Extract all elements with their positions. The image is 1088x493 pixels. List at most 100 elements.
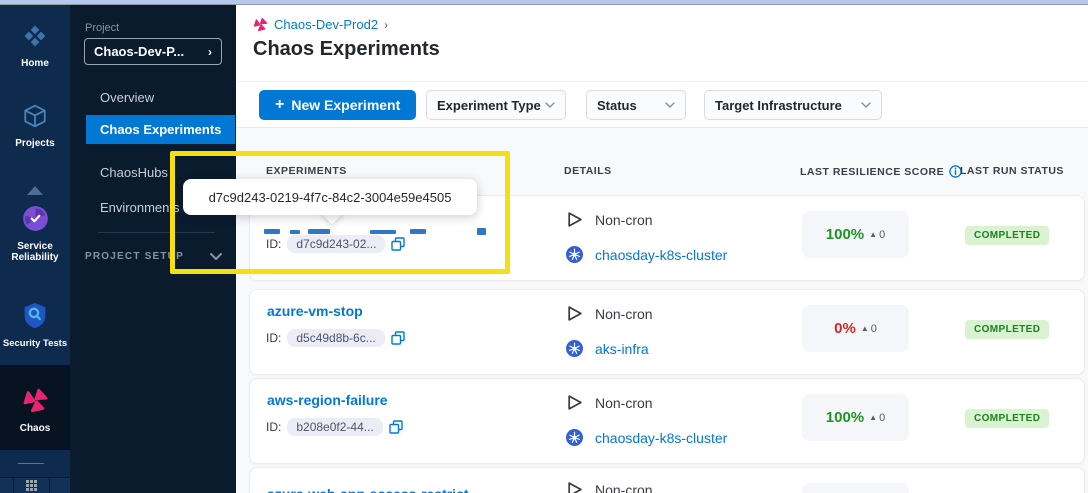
infrastructure-link[interactable]: chaosday-k8s-cluster [595, 247, 727, 263]
main-content: Chaos-Dev-Prod2 › Chaos Experiments + Ne… [235, 5, 1088, 493]
chevron-right-icon: › [208, 45, 212, 59]
column-header-last-run-status: LAST RUN STATUS [960, 165, 1064, 177]
rail-item-label: Service Reliability [0, 241, 70, 263]
score-value: 100% [826, 409, 864, 426]
experiment-name-link[interactable]: aws-region-failure [267, 392, 388, 408]
new-experiment-label: New Experiment [291, 97, 400, 113]
breadcrumb-separator: › [384, 18, 388, 32]
kubernetes-icon [566, 340, 583, 357]
filter-status[interactable]: Status [586, 90, 686, 120]
delta-up-icon: ▲ [869, 413, 877, 422]
score-delta: ▲0 [869, 229, 885, 241]
module-picker-button[interactable] [14, 478, 50, 493]
delta-up-icon: ▲ [861, 324, 869, 333]
experiment-row[interactable]: azure-web-app-access-restrict Non-cron [249, 467, 1085, 493]
sidebar-item-chaos-experiments[interactable]: Chaos Experiments [86, 115, 235, 144]
experiment-row[interactable]: azure-vm-stop ID: d5c49d8b-6c... Non-cro… [249, 289, 1085, 375]
project-selector-value: Chaos-Dev-P... [94, 44, 184, 59]
score-delta: ▲0 [869, 412, 885, 424]
rail-item-label: Security Tests [0, 338, 70, 349]
play-icon [566, 305, 583, 322]
rail-item-projects[interactable]: Projects [0, 103, 70, 149]
chevron-down-icon [665, 102, 675, 108]
rail-divider [18, 463, 44, 464]
copy-icon[interactable] [389, 420, 403, 434]
sidebar-project-setup[interactable]: PROJECT SETUP [85, 251, 222, 262]
resilience-score-chip [802, 483, 909, 493]
score-value: 0% [834, 320, 856, 337]
rail-item-security-tests[interactable]: Security Tests [0, 302, 70, 349]
chevron-up-icon [27, 186, 43, 195]
security-tests-icon [22, 302, 48, 329]
rail-item-label: Home [0, 58, 70, 69]
experiment-id-tooltip: d7c9d243-0219-4f7c-84c2-3004e59e4505 [183, 179, 477, 215]
kubernetes-icon [566, 246, 583, 263]
obscured-experiment-name [410, 229, 426, 234]
experiment-id-chip: d5c49d8b-6c... [287, 329, 384, 347]
chaos-icon [22, 387, 49, 414]
rail-item-label: Chaos [0, 423, 70, 434]
home-icon [22, 23, 48, 49]
rail-item-home[interactable]: Home [0, 23, 70, 69]
project-sidebar: Project Chaos-Dev-P... › Overview Chaos … [70, 5, 235, 493]
column-header-experiments: EXPERIMENTS [266, 165, 347, 177]
page-header: Chaos-Dev-Prod2 › Chaos Experiments [236, 5, 1088, 82]
experiment-name-link[interactable]: azure-web-app-access-restrict [267, 486, 469, 493]
app-rail: Home Projects [0, 5, 70, 493]
plus-icon: + [275, 96, 284, 114]
experiment-name-link[interactable]: azure-vm-stop [267, 303, 363, 319]
schedule-type: Non-cron [595, 395, 653, 411]
copy-icon[interactable] [391, 237, 405, 251]
bottom-bar-segment [50, 478, 70, 493]
filter-target-infrastructure[interactable]: Target Infrastructure [704, 90, 882, 120]
id-label: ID: [266, 331, 281, 345]
rail-scroll-up[interactable] [0, 182, 70, 200]
project-selector[interactable]: Chaos-Dev-P... › [84, 38, 222, 65]
sidebar-item-environments[interactable]: Environments [100, 200, 179, 215]
obscured-experiment-name [370, 230, 396, 234]
chaos-experiments-page: Home Projects [0, 0, 1088, 493]
filter-label: Experiment Type [437, 98, 541, 113]
id-label: ID: [266, 237, 281, 251]
status-badge: COMPLETED [965, 320, 1049, 339]
bottom-bar-segment [0, 478, 14, 493]
delta-up-icon: ▲ [869, 230, 877, 239]
rail-item-chaos[interactable]: Chaos [0, 387, 70, 434]
filter-experiment-type[interactable]: Experiment Type [426, 90, 566, 120]
resilience-score-chip: 100% ▲0 [802, 211, 909, 258]
infrastructure-link[interactable]: chaosday-k8s-cluster [595, 430, 727, 446]
schedule-type: Non-cron [595, 482, 653, 493]
resilience-score-chip: 0% ▲0 [802, 305, 909, 352]
obscured-experiment-name [264, 229, 280, 234]
copy-icon[interactable] [391, 331, 405, 345]
play-icon [566, 211, 583, 228]
chevron-down-icon [210, 253, 222, 260]
breadcrumb-project-link[interactable]: Chaos-Dev-Prod2 [274, 17, 378, 32]
rail-bottom-bar [0, 477, 70, 493]
infrastructure-link[interactable]: aks-infra [595, 341, 649, 357]
experiment-id-chip: d7c9d243-02... [287, 235, 385, 253]
window-top-strip [0, 0, 1088, 5]
sidebar-item-overview[interactable]: Overview [100, 90, 154, 105]
sidebar-item-chaoshubs[interactable]: ChaosHubs [100, 165, 168, 180]
chevron-down-icon [545, 102, 555, 108]
rail-item-label: Projects [0, 138, 70, 149]
grid-icon [26, 480, 37, 491]
rail-item-service-reliability[interactable]: Service Reliability [0, 205, 70, 263]
column-header-last-resilience-score: LAST RESILIENCE SCORE [800, 165, 962, 178]
column-header-details: DETAILS [564, 165, 612, 177]
page-title: Chaos Experiments [253, 38, 440, 61]
chaos-icon [253, 17, 268, 32]
sidebar-divider [98, 232, 215, 233]
status-badge: COMPLETED [965, 226, 1049, 245]
project-section-label: Project [85, 22, 119, 34]
experiment-row[interactable]: aws-region-failure ID: b208e0f2-44... No… [249, 378, 1085, 464]
schedule-type: Non-cron [595, 306, 653, 322]
toolbar: + New Experiment Experiment Type Status … [236, 82, 1088, 128]
schedule-type: Non-cron [595, 212, 653, 228]
id-label: ID: [266, 420, 281, 434]
play-icon [566, 481, 583, 493]
score-value: 100% [826, 226, 864, 243]
new-experiment-button[interactable]: + New Experiment [259, 90, 416, 120]
play-icon [566, 394, 583, 411]
